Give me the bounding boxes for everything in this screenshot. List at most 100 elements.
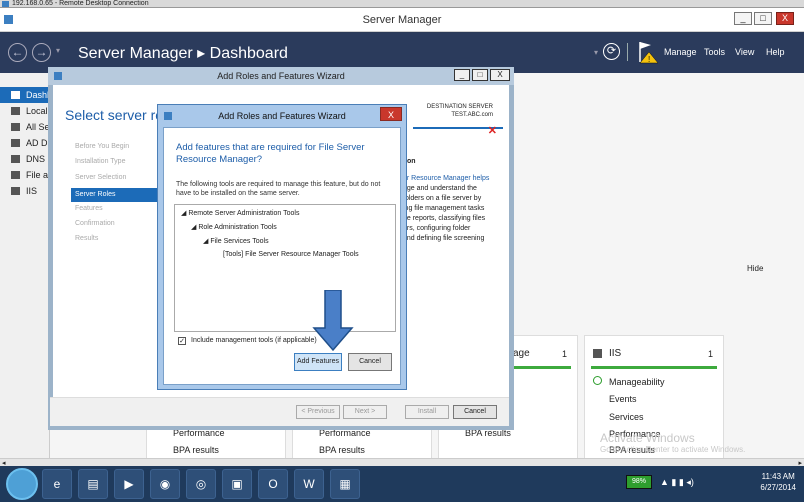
sidebar-item-all-servers[interactable]: All Servers bbox=[0, 119, 50, 135]
outlook-icon[interactable]: O bbox=[258, 469, 288, 499]
iis-icon bbox=[11, 187, 20, 195]
add-features-dialog: Add Roles and Features Wizard X Add feat… bbox=[157, 104, 407, 390]
tile-bottom-1: Performance BPA results bbox=[146, 428, 286, 459]
back-arrow-icon[interactable]: ← bbox=[8, 43, 27, 62]
refresh-icon[interactable]: ⟳ bbox=[603, 43, 620, 60]
tile-count: 1 bbox=[561, 349, 567, 359]
file-storage-icon bbox=[11, 171, 20, 179]
close-button[interactable]: X bbox=[776, 12, 794, 25]
chrome-icon[interactable]: ◎ bbox=[186, 469, 216, 499]
menu-tools[interactable]: Tools bbox=[704, 47, 725, 57]
description-line: folders on a file server by bbox=[403, 195, 482, 202]
minimize-button[interactable]: _ bbox=[734, 12, 752, 25]
rdc-title: 192.168.0.65 - Remote Desktop Connection bbox=[12, 0, 149, 7]
dialog-icon bbox=[164, 112, 172, 120]
wizard-minimize-button[interactable]: _ bbox=[454, 69, 470, 81]
dialog-cancel-button[interactable]: Cancel bbox=[348, 353, 392, 371]
description-line: ers, configuring folder bbox=[403, 225, 471, 232]
tree-expand-icon: ◢ bbox=[191, 224, 197, 231]
sidebar-item-dns[interactable]: DNS bbox=[0, 151, 50, 167]
window-title-bar: Server Manager _ □ X bbox=[0, 8, 804, 32]
previous-button[interactable]: < Previous bbox=[296, 405, 340, 419]
description-line: and defining file screening bbox=[403, 235, 485, 242]
remote-desktop-icon[interactable]: ▦ bbox=[330, 469, 360, 499]
refresh-dropdown-icon[interactable]: ▾ bbox=[594, 48, 598, 57]
tile-count: 1 bbox=[707, 349, 713, 359]
step-server-roles: Server Roles bbox=[71, 188, 159, 202]
sidebar-item-dashboard[interactable]: Dashboard bbox=[0, 87, 50, 103]
tile-status-bar bbox=[511, 366, 571, 369]
horizontal-scrollbar[interactable]: ◂ ▸ bbox=[0, 458, 804, 467]
forward-arrow-icon[interactable]: → bbox=[32, 43, 51, 62]
tree-item: ◢ Remote Server Administration Tools bbox=[181, 210, 300, 217]
dialog-title-bar: Add Roles and Features Wizard bbox=[158, 105, 406, 127]
breadcrumb: Server Manager ▸ Dashboard bbox=[78, 45, 288, 62]
feature-tree[interactable]: ◢ Remote Server Administration Tools ◢ R… bbox=[174, 204, 396, 332]
dialog-heading: Add features that are required for File … bbox=[176, 142, 365, 165]
step-features: Features bbox=[75, 205, 103, 212]
install-button[interactable]: Install bbox=[405, 405, 449, 419]
dialog-body: Add features that are required for File … bbox=[163, 127, 401, 385]
maximize-button[interactable]: □ bbox=[754, 12, 772, 25]
wizard-maximize-button[interactable]: □ bbox=[472, 69, 488, 81]
taskbar: e ▤ ▶ ◉ ◎ ▣ O W ▦ 98% ▲ ▮ ▮ ◂) 11:43 AM … bbox=[0, 466, 804, 502]
sidebar-item-ad-ds[interactable]: AD DS bbox=[0, 135, 50, 151]
server-icon bbox=[11, 107, 20, 115]
sidebar-item-iis[interactable]: IIS bbox=[0, 183, 50, 199]
battery-indicator[interactable]: 98% bbox=[626, 475, 652, 489]
word-icon[interactable]: W bbox=[294, 469, 324, 499]
tree-item: ◢ File Services Tools bbox=[203, 238, 269, 245]
wizard-icon bbox=[54, 72, 62, 80]
notifications-flag-icon[interactable]: ! bbox=[637, 40, 659, 64]
wizard-title: Add Roles and Features Wizard bbox=[217, 71, 345, 81]
rdc-title-bar: 192.168.0.65 - Remote Desktop Connection bbox=[0, 0, 804, 8]
svg-text:!: ! bbox=[648, 55, 650, 64]
description-line: er Resource Manager helps bbox=[403, 175, 490, 182]
explorer-icon[interactable]: ▤ bbox=[78, 469, 108, 499]
include-tools-label: Include management tools (if applicable) bbox=[191, 337, 317, 344]
sidebar: Dashboard Local Server All Servers AD DS… bbox=[0, 73, 50, 458]
description-line: ge reports, classifying files bbox=[403, 215, 486, 222]
hide-link[interactable]: Hide bbox=[747, 264, 763, 273]
activation-watermark: Activate Windows Go to Action Center to … bbox=[600, 432, 745, 456]
description-line: age and understand the bbox=[403, 185, 477, 192]
dialog-close-button[interactable]: X bbox=[380, 107, 402, 121]
tile-row[interactable]: Services bbox=[609, 412, 644, 422]
rdc-icon bbox=[2, 1, 9, 7]
clock-date: 6/27/2014 bbox=[760, 483, 796, 492]
tile-status-bar bbox=[591, 366, 717, 369]
menu-view[interactable]: View bbox=[735, 47, 754, 57]
tile-title: age bbox=[513, 348, 530, 359]
wizard-cancel-button[interactable]: Cancel bbox=[453, 405, 497, 419]
media-player-icon[interactable]: ▶ bbox=[114, 469, 144, 499]
next-button[interactable]: Next > bbox=[343, 405, 387, 419]
pointer-arrow-icon bbox=[312, 290, 354, 352]
tray-icons[interactable]: ▲ ▮ ▮ ◂) bbox=[660, 477, 694, 488]
sidebar-item-file-storage[interactable]: File and Storage Services bbox=[0, 167, 50, 183]
menu-manage[interactable]: Manage bbox=[664, 47, 697, 57]
tile-row[interactable]: Events bbox=[609, 394, 637, 404]
tile-row[interactable]: Manageability bbox=[609, 377, 665, 387]
tile-row[interactable]: BPA results bbox=[319, 445, 365, 455]
include-tools-checkbox[interactable]: ✓ bbox=[178, 337, 186, 345]
tree-item: [Tools] File Server Resource Manager Too… bbox=[223, 251, 359, 258]
clock[interactable]: 11:43 AM 6/27/2014 bbox=[760, 471, 796, 493]
ie-icon[interactable]: e bbox=[42, 469, 72, 499]
clock-time: 11:43 AM bbox=[761, 472, 795, 481]
step-before-you-begin: Before You Begin bbox=[75, 143, 130, 150]
step-confirmation: Confirmation bbox=[75, 220, 115, 227]
menu-help[interactable]: Help bbox=[766, 47, 785, 57]
wizard-close-button[interactable]: X bbox=[490, 69, 510, 81]
wizard-button-bar: < Previous Next > Install Cancel bbox=[50, 397, 509, 426]
start-button[interactable] bbox=[6, 468, 38, 500]
tile-row[interactable]: BPA results bbox=[173, 445, 219, 455]
tree-expand-icon: ◢ bbox=[181, 210, 187, 217]
error-x-icon: ✕ bbox=[487, 125, 497, 137]
add-features-button[interactable]: Add Features bbox=[294, 353, 342, 371]
nav-dropdown-icon[interactable]: ▾ bbox=[56, 46, 60, 55]
sidebar-item-local-server[interactable]: Local Server bbox=[0, 103, 50, 119]
destination-value: TEST.ABC.com bbox=[451, 112, 493, 118]
folder-icon[interactable]: ▣ bbox=[222, 469, 252, 499]
step-installation-type: Installation Type bbox=[75, 158, 126, 165]
app-icon[interactable]: ◉ bbox=[150, 469, 180, 499]
